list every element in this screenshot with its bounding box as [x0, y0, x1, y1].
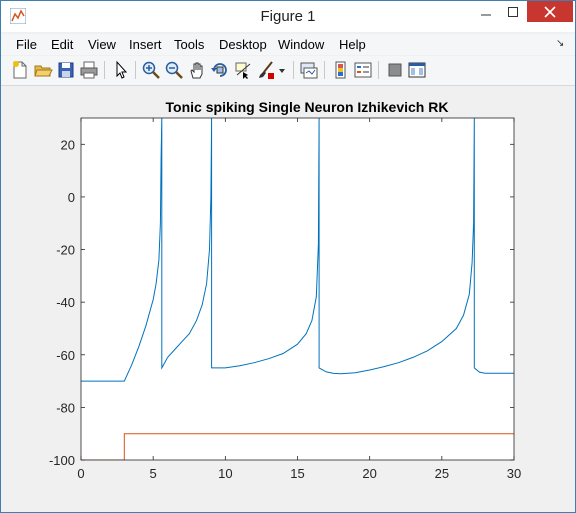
toolbar-separator — [293, 61, 294, 79]
x-tick-label: 30 — [507, 466, 521, 481]
hide-plot-tools-icon[interactable] — [385, 60, 405, 80]
close-icon — [544, 5, 556, 18]
menu-bar: File Edit View Insert Tools Desktop Wind… — [1, 34, 575, 55]
dock-arrow-icon[interactable]: ↘ — [556, 38, 564, 49]
y-tick-label: -60 — [56, 348, 75, 363]
minimize-icon — [480, 14, 491, 15]
toolbar-separator — [378, 61, 379, 79]
toolbar-separator — [324, 61, 325, 79]
link-plot-icon[interactable] — [299, 60, 319, 80]
y-tick-label: 20 — [61, 137, 75, 152]
x-tick-label: 15 — [290, 466, 304, 481]
pan-icon[interactable] — [187, 60, 207, 80]
plot-axes[interactable]: Tonic spiking Single Neuron Izhikevich R… — [2, 86, 575, 512]
save-icon[interactable] — [56, 60, 76, 80]
menu-window[interactable]: Window — [278, 37, 324, 52]
y-tick-label: -100 — [49, 453, 75, 468]
menu-help[interactable]: Help — [339, 37, 366, 52]
y-tick-label: -80 — [56, 400, 75, 415]
menu-tools[interactable]: Tools — [174, 37, 204, 52]
data-cursor-icon[interactable] — [233, 60, 253, 80]
y-tick-label: -20 — [56, 243, 75, 258]
title-bar[interactable]: Figure 1 — [1, 1, 575, 32]
legend-icon[interactable] — [353, 60, 373, 80]
maximize-icon — [507, 6, 518, 17]
zoom-out-icon[interactable] — [164, 60, 184, 80]
menu-view[interactable]: View — [88, 37, 116, 52]
x-tick-label: 25 — [435, 466, 449, 481]
brush-icon[interactable] — [256, 60, 276, 80]
figure-window: Figure 1 File Edit View Insert Tools Des… — [0, 0, 576, 513]
minimize-button[interactable] — [472, 1, 499, 22]
new-figure-icon[interactable] — [10, 60, 30, 80]
zoom-in-icon[interactable] — [141, 60, 161, 80]
print-icon[interactable] — [79, 60, 99, 80]
y-tick-label: -40 — [56, 295, 75, 310]
x-tick-label: 10 — [218, 466, 232, 481]
pointer-icon[interactable] — [111, 60, 131, 80]
toolbar-separator — [135, 61, 136, 79]
x-tick-label: 5 — [150, 466, 157, 481]
figure-canvas: Tonic spiking Single Neuron Izhikevich R… — [2, 86, 575, 512]
menu-file[interactable]: File — [16, 37, 37, 52]
open-file-icon[interactable] — [33, 60, 53, 80]
menu-edit[interactable]: Edit — [51, 37, 73, 52]
rotate-3d-icon[interactable] — [210, 60, 230, 80]
toolbar-separator — [104, 61, 105, 79]
menu-insert[interactable]: Insert — [129, 37, 162, 52]
y-tick-label: 0 — [68, 190, 75, 205]
close-button[interactable] — [527, 1, 573, 22]
show-plot-tools-icon[interactable] — [407, 60, 427, 80]
chart-title: Tonic spiking Single Neuron Izhikevich R… — [166, 99, 449, 115]
x-tick-label: 20 — [362, 466, 376, 481]
colorbar-icon[interactable] — [331, 60, 351, 80]
plot-background — [81, 118, 514, 460]
toolbar — [1, 56, 575, 86]
menu-desktop[interactable]: Desktop — [219, 37, 267, 52]
x-tick-label: 0 — [77, 466, 84, 481]
brush-dropdown-icon[interactable] — [277, 60, 287, 80]
maximize-button[interactable] — [499, 1, 526, 22]
